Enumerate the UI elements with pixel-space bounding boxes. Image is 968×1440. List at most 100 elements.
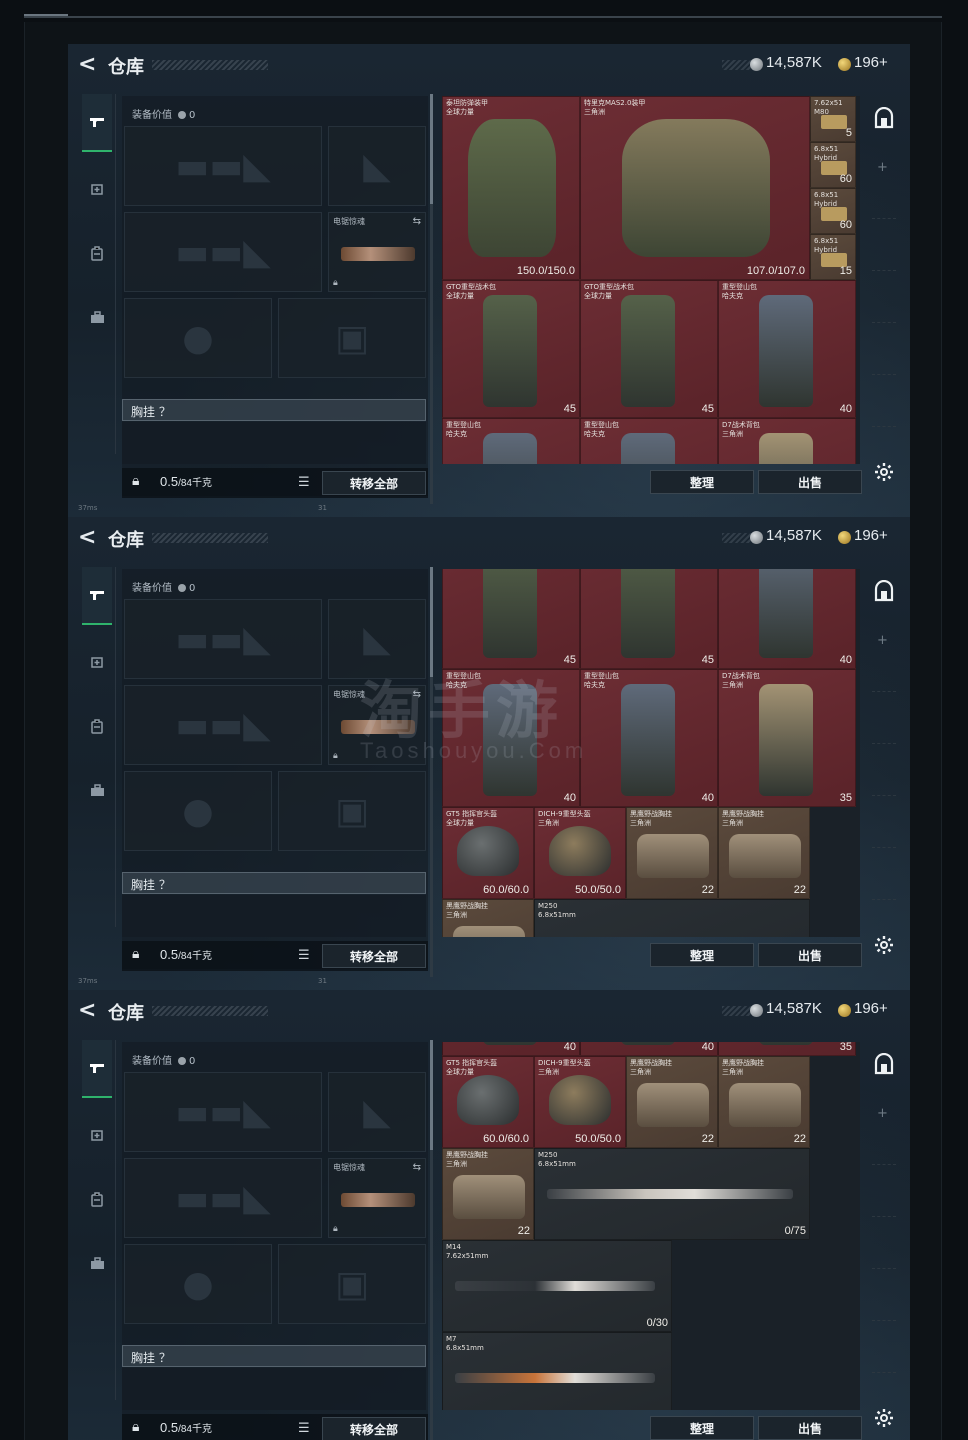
gold-balance[interactable]: 196+: [854, 1000, 888, 1017]
item-armor2[interactable]: 特里克MAS2.0装甲 三角洲 107.0/107.0: [580, 96, 810, 280]
sort-button[interactable]: 整理: [650, 1416, 754, 1440]
item-ammo1[interactable]: 7.62x51 M80 5: [810, 96, 856, 142]
gold-balance[interactable]: 196+: [854, 527, 888, 544]
item-bag4[interactable]: 重型登山包 哈夫克40: [442, 418, 580, 464]
scrollbar-thumb[interactable]: [430, 94, 433, 204]
item-ammo2[interactable]: 6.8x51 Hybrid 60: [810, 142, 856, 188]
item-helm2[interactable]: DICH-9重型头盔 三角洲 50.0/50.0: [534, 807, 626, 899]
item-bag6[interactable]: D7战术背包 三角洲35: [718, 1042, 856, 1056]
plus-icon[interactable]: +: [877, 633, 888, 648]
plus-icon[interactable]: +: [877, 160, 888, 175]
primary-weapon-slot[interactable]: ▬▬◣: [124, 126, 322, 206]
transfer-all-button[interactable]: 转移全部: [322, 944, 426, 968]
backpack-icon[interactable]: [82, 1170, 112, 1228]
item-bag2[interactable]: GTO重型战术包 全球力量 45: [580, 280, 718, 418]
gear-icon[interactable]: [870, 458, 898, 486]
toolbox-icon[interactable]: [82, 761, 112, 819]
secondary-weapon-slot[interactable]: ▬▬◣: [124, 212, 322, 292]
lock-icon[interactable]: 🔒︎: [132, 1420, 144, 1434]
item-m14[interactable]: M14 7.62x51mm 0/30: [442, 1240, 672, 1332]
item-ammo3[interactable]: 6.8x51 Hybrid 60: [810, 188, 856, 234]
gear-icon[interactable]: [870, 931, 898, 959]
plus-icon[interactable]: +: [877, 1106, 888, 1121]
item-bag6[interactable]: D7战术背包 三角洲35: [718, 669, 856, 807]
vault-icon[interactable]: [870, 1050, 898, 1078]
vest-slot[interactable]: [122, 1368, 426, 1410]
lock-icon[interactable]: 🔒︎: [132, 947, 144, 961]
vest-slot[interactable]: [122, 895, 426, 937]
item-rig3[interactable]: 黑鹰野战胸挂 三角洲22: [442, 899, 534, 937]
lock-icon[interactable]: 🔒︎: [132, 474, 144, 488]
sort-button[interactable]: 整理: [650, 470, 754, 494]
item-bag1[interactable]: GTO重型战术包 全球力量 45: [442, 280, 580, 418]
item-rig3[interactable]: 黑鹰野战胸挂 三角洲22: [442, 1148, 534, 1240]
back-arrow-icon[interactable]: <: [78, 54, 98, 76]
toolbox-icon[interactable]: [82, 1234, 112, 1292]
vest-slot-header[interactable]: 胸挂 ？: [122, 872, 426, 894]
list-icon[interactable]: ☰: [298, 948, 310, 963]
primary-weapon-slot[interactable]: ▬▬◣: [124, 599, 322, 679]
gold-balance[interactable]: 196+: [854, 54, 888, 71]
medical-icon[interactable]: [82, 633, 112, 691]
gear-icon[interactable]: [870, 1404, 898, 1432]
transfer-all-button[interactable]: 转移全部: [322, 471, 426, 495]
item-rig2[interactable]: 黑鹰野战胸挂 三角洲 22: [718, 1056, 810, 1148]
pistol-slot[interactable]: ◣: [328, 1072, 426, 1152]
list-icon[interactable]: ☰: [298, 475, 310, 490]
pistol-icon[interactable]: [82, 94, 112, 152]
back-arrow-icon[interactable]: <: [78, 1000, 98, 1022]
sell-button[interactable]: 出售: [758, 943, 862, 967]
item-bag5[interactable]: 重型登山包 哈夫克40: [580, 418, 718, 464]
sort-button[interactable]: 整理: [650, 943, 754, 967]
pistol-slot[interactable]: ◣: [328, 126, 426, 206]
scrollbar[interactable]: [430, 94, 433, 504]
medical-icon[interactable]: [82, 160, 112, 218]
helmet-slot[interactable]: ●: [124, 771, 272, 851]
sell-button[interactable]: 出售: [758, 470, 862, 494]
back-arrow-icon[interactable]: <: [78, 527, 98, 549]
primary-weapon-slot[interactable]: ▬▬◣: [124, 1072, 322, 1152]
item-helm1[interactable]: GT5 指挥官头盔 全球力量 60.0/60.0: [442, 1056, 534, 1148]
item-rig1[interactable]: 黑鹰野战胸挂 三角洲 22: [626, 1056, 718, 1148]
vest-slot-header[interactable]: 胸挂 ？: [122, 1345, 426, 1367]
item-m250[interactable]: M250 6.8x51mm0/75: [534, 899, 810, 937]
toolbox-icon[interactable]: [82, 288, 112, 346]
swap-icon[interactable]: ⇆: [413, 216, 421, 227]
item-rig2[interactable]: 黑鹰野战胸挂 三角洲 22: [718, 807, 810, 899]
helmet-slot[interactable]: ●: [124, 298, 272, 378]
pistol-icon[interactable]: [82, 1040, 112, 1098]
backpack-icon[interactable]: [82, 697, 112, 755]
item-bag4[interactable]: 重型登山包 哈夫克40: [442, 1042, 580, 1056]
sell-button[interactable]: 出售: [758, 1416, 862, 1440]
armor-slot[interactable]: ▣: [278, 771, 426, 851]
vest-slot-header[interactable]: 胸挂 ？: [122, 399, 426, 421]
secondary-weapon-slot[interactable]: ▬▬◣: [124, 685, 322, 765]
vest-slot[interactable]: [122, 422, 426, 464]
item-ammo4[interactable]: 6.8x51 Hybrid 15: [810, 234, 856, 280]
scrollbar[interactable]: [430, 567, 433, 977]
backpack-icon[interactable]: [82, 224, 112, 282]
transfer-all-button[interactable]: 转移全部: [322, 1417, 426, 1440]
item-bag5[interactable]: 重型登山包 哈夫克40: [580, 1042, 718, 1056]
vault-icon[interactable]: [870, 104, 898, 132]
list-icon[interactable]: ☰: [298, 1421, 310, 1436]
swap-icon[interactable]: ⇆: [413, 1162, 421, 1173]
melee-slot[interactable]: 电锯惊魂 ⇆ 🔒︎: [328, 212, 426, 292]
helmet-slot[interactable]: ●: [124, 1244, 272, 1324]
item-bag3[interactable]: 重型登山包 哈夫克 40: [718, 280, 856, 418]
vault-icon[interactable]: [870, 577, 898, 605]
armor-slot[interactable]: ▣: [278, 1244, 426, 1324]
medical-icon[interactable]: [82, 1106, 112, 1164]
melee-slot[interactable]: 电锯惊魂 ⇆ 🔒︎: [328, 1158, 426, 1238]
armor-slot[interactable]: ▣: [278, 298, 426, 378]
scrollbar-thumb[interactable]: [430, 1040, 433, 1150]
item-helm1[interactable]: GT5 指挥官头盔 全球力量 60.0/60.0: [442, 807, 534, 899]
scrollbar[interactable]: [430, 1040, 433, 1440]
item-bag6[interactable]: D7战术背包 三角洲35: [718, 418, 856, 464]
item-rig1[interactable]: 黑鹰野战胸挂 三角洲 22: [626, 807, 718, 899]
item-m7[interactable]: M7 6.8x51mm 0/30: [442, 1332, 672, 1410]
item-armor1[interactable]: 泰坦防弹装甲 全球力量 150.0/150.0: [442, 96, 580, 280]
item-m250[interactable]: M250 6.8x51mm0/75: [534, 1148, 810, 1240]
secondary-weapon-slot[interactable]: ▬▬◣: [124, 1158, 322, 1238]
pistol-icon[interactable]: [82, 567, 112, 625]
